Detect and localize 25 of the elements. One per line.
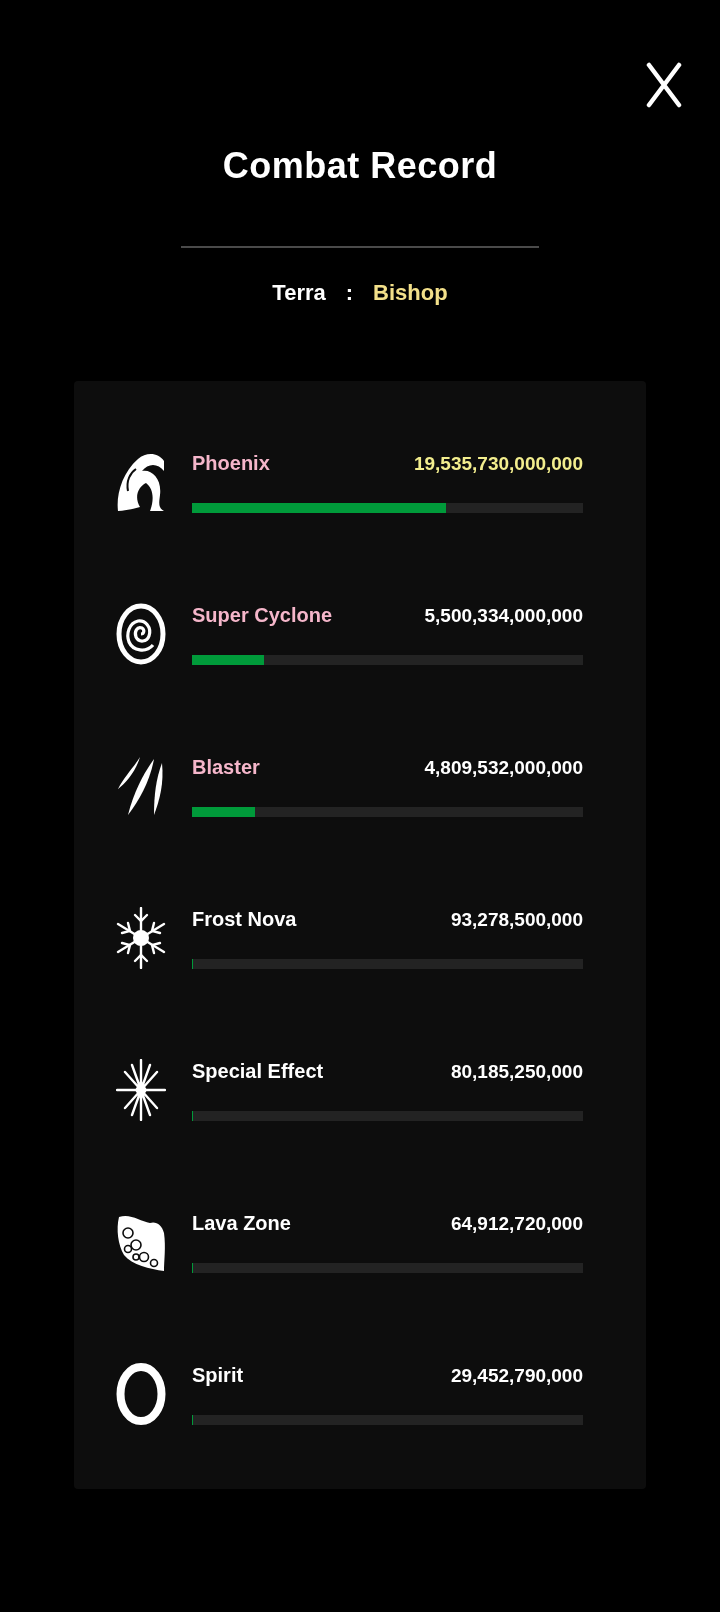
damage-value: 4,809,532,000,000: [424, 756, 583, 780]
damage-value: 64,912,720,000: [450, 1212, 583, 1236]
skill-name: Phoenix: [192, 451, 270, 475]
separator-colon: :: [345, 279, 354, 307]
spiral-icon: [116, 603, 166, 665]
skill-name: Blaster: [192, 755, 260, 779]
starburst-icon: [116, 1059, 166, 1121]
server-name: Terra: [272, 279, 326, 307]
damage-value: 93,278,500,000: [450, 908, 583, 932]
damage-value: 19,535,730,000,000: [413, 452, 583, 476]
snowflake-icon: [116, 907, 166, 969]
skill-name: Frost Nova: [192, 907, 297, 931]
ring-icon: [116, 1363, 166, 1425]
damage-value: 29,452,790,000: [450, 1364, 583, 1388]
damage-value: 80,185,250,000: [450, 1060, 583, 1084]
page-title: Combat Record: [222, 144, 498, 188]
close-button[interactable]: [646, 62, 682, 108]
class-name: Bishop: [373, 279, 448, 307]
skill-name: Spirit: [192, 1363, 244, 1387]
close-icon: [646, 62, 682, 108]
skill-name: Special Effect: [192, 1059, 324, 1083]
damage-value: 5,500,334,000,000: [424, 604, 583, 628]
wave-icon: [116, 451, 166, 513]
skill-name: Lava Zone: [192, 1211, 291, 1235]
skill-name: Super Cyclone: [192, 603, 333, 627]
